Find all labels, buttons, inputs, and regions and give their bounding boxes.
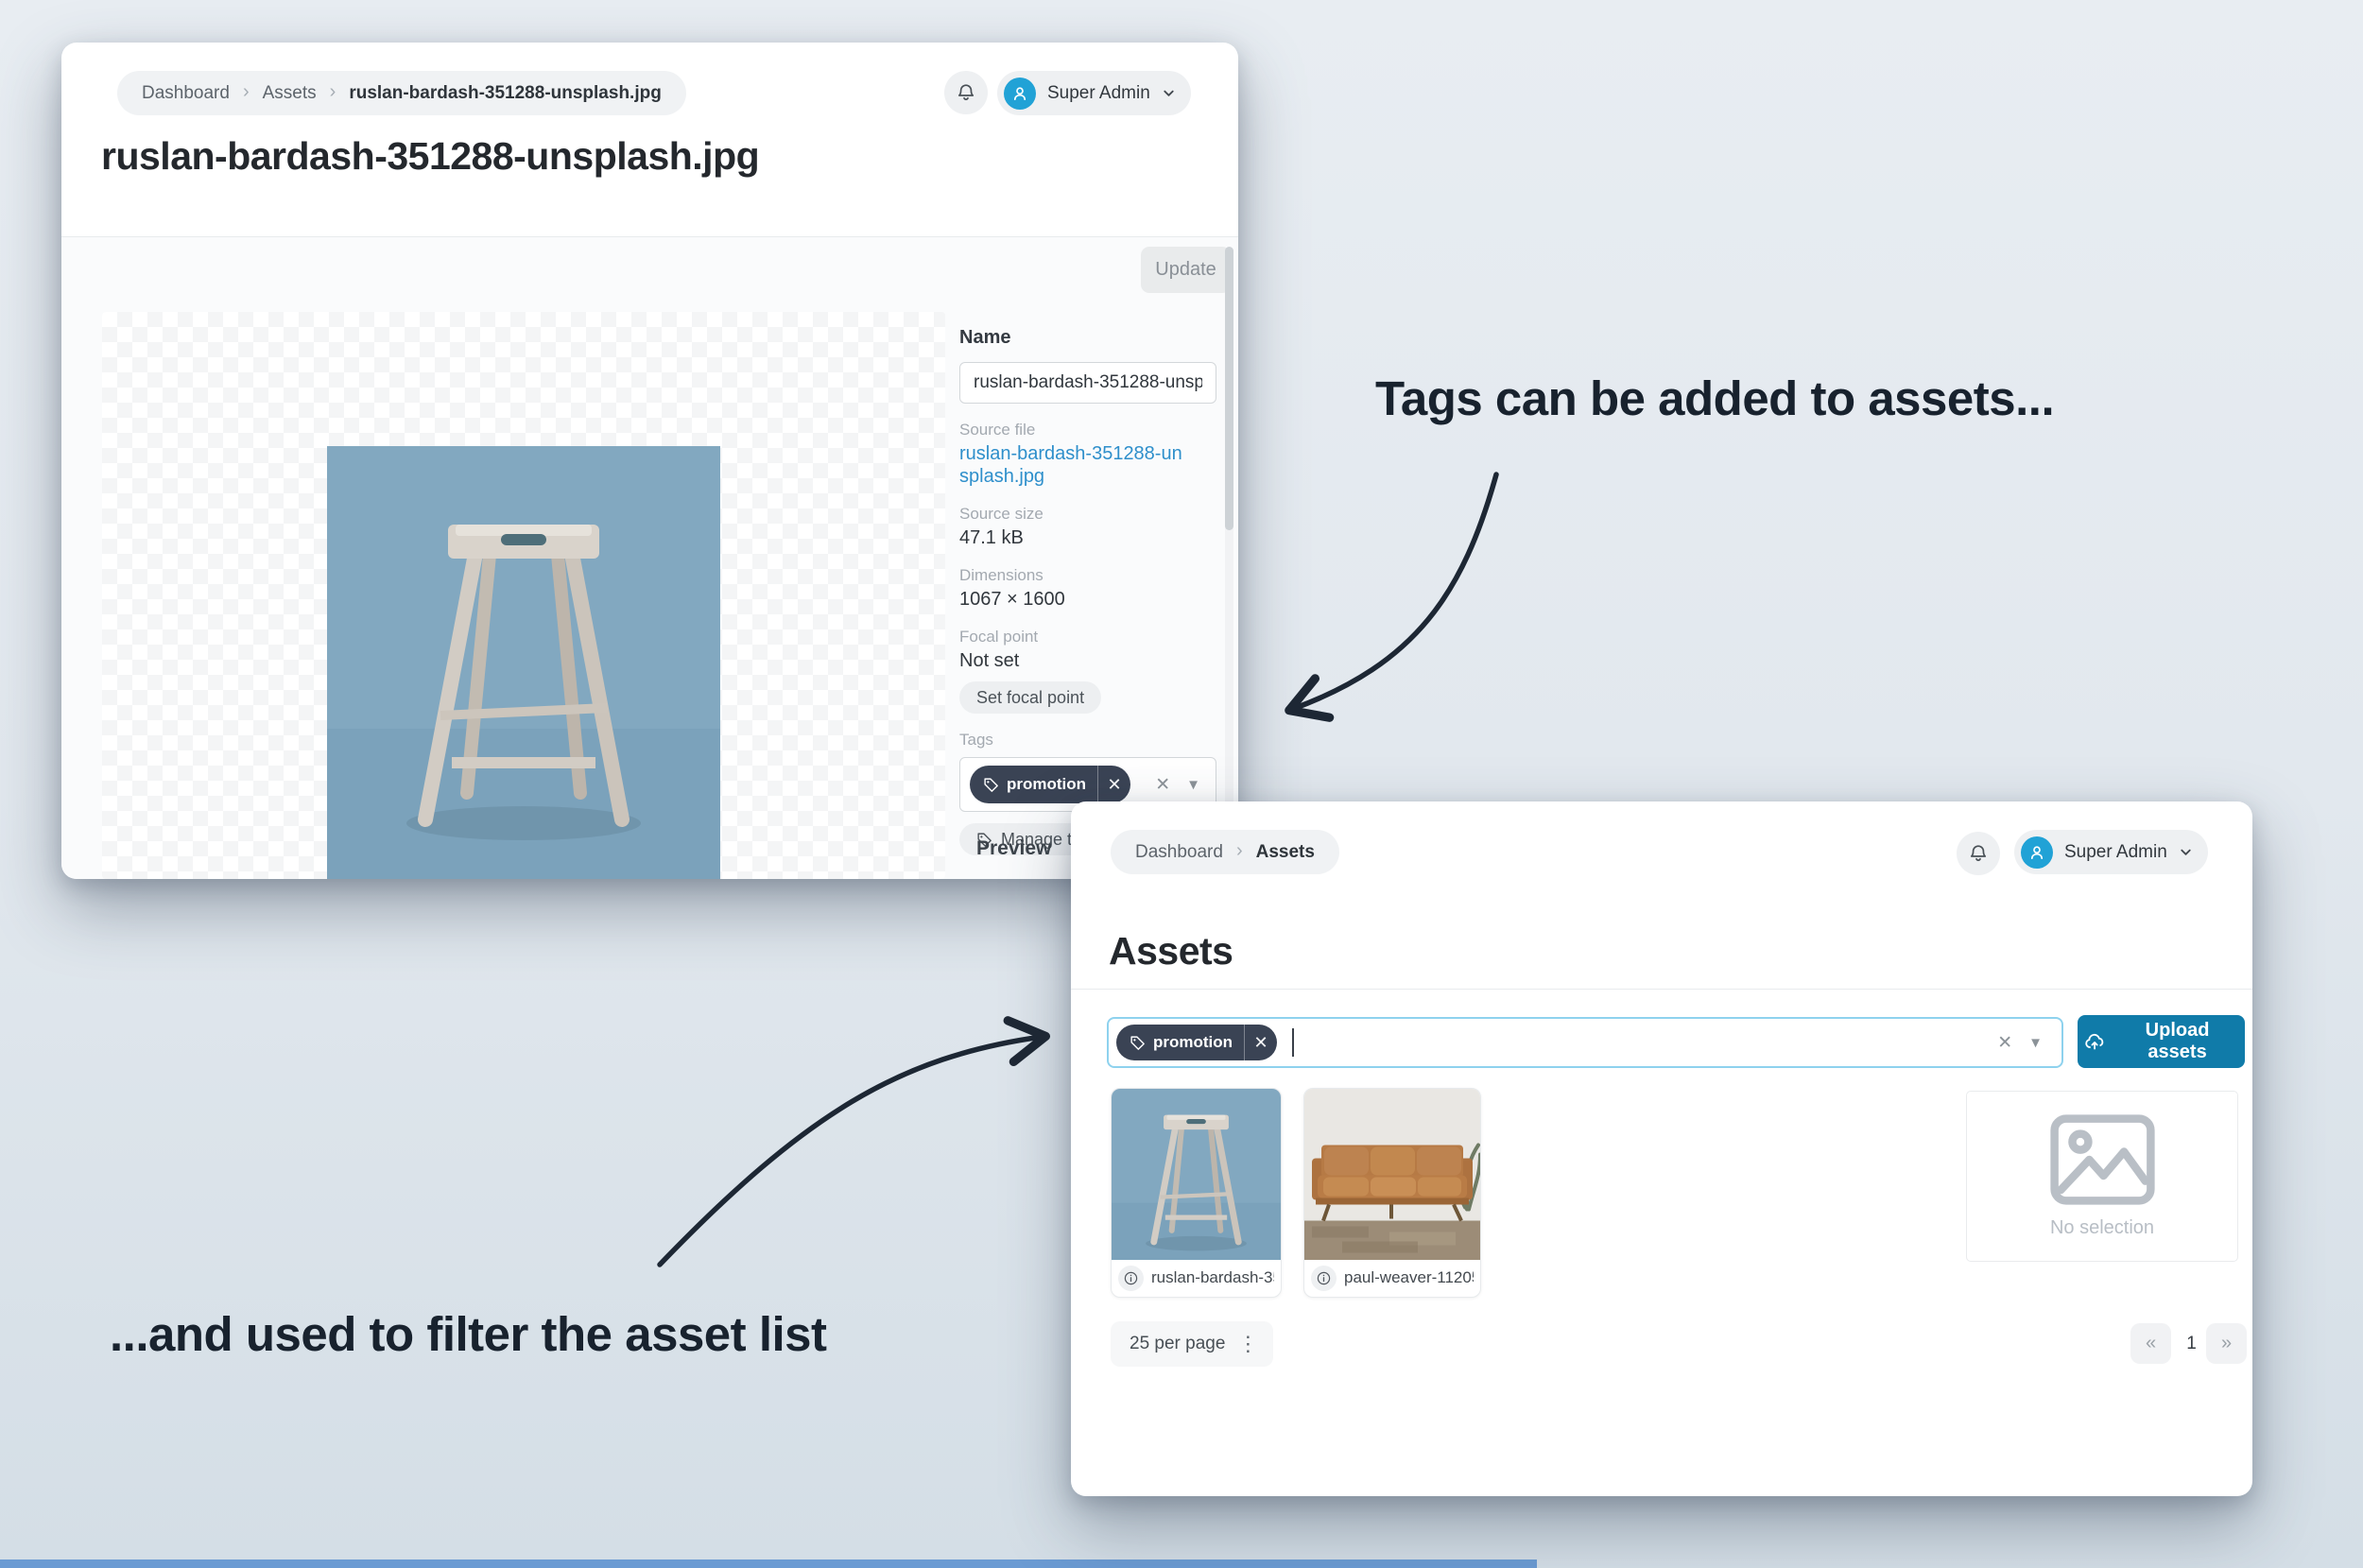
upload-assets-label: Upload assets [2145, 1020, 2210, 1062]
pagination-current-page[interactable]: 1 [2177, 1323, 2206, 1364]
tag-icon [983, 777, 999, 793]
tag-chip-label: promotion [1007, 775, 1087, 794]
image-placeholder-icon [2048, 1113, 2157, 1206]
header-divider [1071, 989, 2252, 990]
preview-section-heading: Preview [976, 837, 1052, 859]
source-file-link[interactable]: ruslan-bardash-351288-unsplash.jpg [959, 443, 1186, 488]
remove-tag-button[interactable]: ✕ [1097, 766, 1130, 804]
asset-info-button[interactable] [1118, 1265, 1144, 1291]
asset-filename: ruslan-bardash-351288-unsplash.jpg [1151, 1268, 1274, 1286]
asset-card-footer: paul-weaver-11205 [1304, 1260, 1480, 1296]
set-focal-point-button[interactable]: Set focal point [959, 681, 1102, 715]
bell-icon [955, 81, 977, 104]
asset-thumbnail [1112, 1089, 1281, 1260]
asset-info-button[interactable] [1311, 1265, 1337, 1291]
user-name: Super Admin [2064, 841, 2167, 862]
info-icon [1123, 1270, 1139, 1286]
remove-tag-button[interactable]: ✕ [1244, 1025, 1277, 1060]
assets-list-window: Dashboard › Assets Super Admin Assets pr… [1071, 801, 2252, 1496]
user-name: Super Admin [1047, 82, 1150, 103]
person-icon [1009, 83, 1030, 104]
per-page-selector[interactable]: 25 per page ⋮ [1111, 1321, 1274, 1367]
pagination-prev-button[interactable]: « [2130, 1323, 2171, 1364]
breadcrumb-separator-icon: › [242, 81, 250, 102]
asset-thumbnail [1304, 1089, 1480, 1260]
person-icon [2027, 842, 2047, 863]
info-icon [1316, 1270, 1332, 1286]
asset-fields-panel: Name Source file ruslan-bardash-351288-u… [959, 327, 1216, 856]
scrollbar-thumb[interactable] [1225, 247, 1233, 530]
no-selection-panel: No selection [1966, 1091, 2238, 1262]
bell-icon [1967, 842, 1990, 865]
breadcrumb-separator-icon: › [329, 81, 336, 102]
dimensions-value: 1067 × 1600 [959, 589, 1065, 611]
avatar [1004, 77, 1036, 110]
asset-filename: paul-weaver-11205 [1344, 1268, 1474, 1286]
tag-chip-promotion: promotion ✕ [970, 766, 1131, 804]
page-title: Assets [1109, 929, 1233, 974]
chevron-down-icon [1162, 86, 1176, 100]
tags-dropdown-caret-icon[interactable]: ▼ [1186, 777, 1200, 793]
asset-detail-body: Update Name Source file ruslan-bardash-3… [61, 237, 1238, 879]
kebab-menu-icon[interactable]: ⋮ [1237, 1334, 1258, 1354]
breadcrumb-current-file: ruslan-bardash-351288-unsplash.jpg [349, 82, 662, 103]
notifications-button[interactable] [1957, 832, 2000, 875]
avatar [2021, 836, 2053, 869]
asset-card-couch[interactable]: paul-weaver-11205 [1303, 1088, 1481, 1298]
dimensions-label: Dimensions [959, 566, 1044, 585]
text-cursor [1292, 1028, 1295, 1057]
cloud-upload-icon [2083, 1030, 2106, 1054]
asset-card-footer: ruslan-bardash-351288-unsplash.jpg [1112, 1260, 1281, 1296]
clear-filter-button[interactable]: ✕ [1997, 1032, 2012, 1054]
source-size-value: 47.1 kB [959, 527, 1024, 549]
breadcrumb-assets[interactable]: Assets [263, 83, 317, 104]
breadcrumb: Dashboard › Assets [1111, 830, 1339, 874]
filter-dropdown-caret-icon[interactable]: ▼ [2028, 1035, 2043, 1051]
annotation-tags-note: Tags can be added to assets... [1375, 371, 2055, 425]
per-page-label: 25 per page [1130, 1334, 1226, 1353]
asset-preview-image [327, 446, 720, 879]
breadcrumb-dashboard[interactable]: Dashboard [1135, 842, 1223, 863]
arrow-to-tags-field [1285, 472, 1499, 722]
no-selection-label: No selection [2049, 1217, 2155, 1238]
update-button[interactable]: Update [1141, 247, 1231, 293]
breadcrumb-separator-icon: › [1235, 840, 1243, 861]
breadcrumb: Dashboard › Assets › ruslan-bardash-3512… [117, 71, 686, 115]
tag-icon [1130, 1035, 1146, 1051]
focal-point-label: Focal point [959, 628, 1039, 646]
annotation-filter-note: ...and used to filter the asset list [110, 1307, 827, 1361]
user-menu[interactable]: Super Admin [2014, 830, 2208, 874]
source-file-label: Source file [959, 421, 1036, 439]
chevron-down-icon [2179, 845, 2193, 859]
user-menu[interactable]: Super Admin [997, 71, 1191, 115]
asset-detail-window: Dashboard › Assets › ruslan-bardash-3512… [61, 43, 1238, 879]
page-title: ruslan-bardash-351288-unsplash.jpg [101, 134, 760, 179]
asset-preview-area [102, 312, 945, 879]
tag-chip-label: promotion [1153, 1033, 1233, 1051]
arrow-to-filter-input [657, 1016, 1051, 1267]
name-label: Name [959, 327, 1011, 348]
tag-filter-input[interactable]: promotion ✕ ✕ ▼ [1107, 1017, 2063, 1068]
notifications-button[interactable] [944, 71, 988, 114]
asset-card-stool[interactable]: ruslan-bardash-351288-unsplash.jpg [1111, 1088, 1282, 1298]
name-input[interactable] [959, 362, 1216, 404]
breadcrumb-assets: Assets [1255, 841, 1315, 862]
upload-assets-button[interactable]: Upload assets [2078, 1015, 2245, 1068]
focal-point-value: Not set [959, 650, 1020, 672]
breadcrumb-dashboard[interactable]: Dashboard [142, 83, 230, 104]
source-size-label: Source size [959, 505, 1044, 524]
video-progress-bar [0, 1559, 1537, 1568]
pagination-next-button[interactable]: » [2206, 1323, 2247, 1364]
tag-chip-promotion: promotion ✕ [1116, 1025, 1278, 1060]
tags-label: Tags [959, 731, 993, 750]
clear-tags-button[interactable]: ✕ [1155, 774, 1170, 796]
